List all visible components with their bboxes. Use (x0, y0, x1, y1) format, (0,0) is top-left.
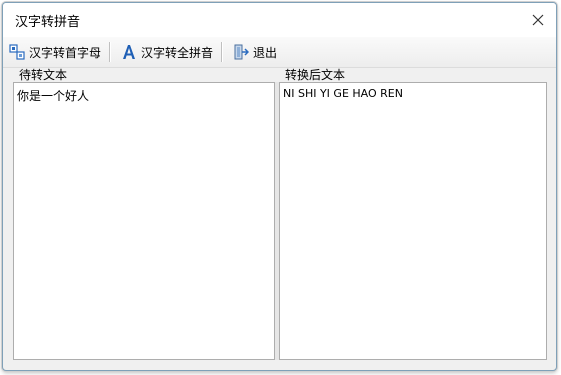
app-window: 汉字转拼音 汉字转首字母 汉字转全拼音 退出 待转文本 转换后文本 你是一个好人… (2, 2, 557, 371)
initials-button[interactable]: 汉字转首字母 (5, 40, 105, 64)
result-textarea[interactable]: NI SHI YI GE HAO REN (279, 82, 547, 360)
close-button[interactable] (522, 7, 554, 33)
full-pinyin-button[interactable]: 汉字转全拼音 (117, 40, 217, 64)
window-title: 汉字转拼音 (15, 14, 81, 30)
initials-icon (9, 44, 25, 60)
toolbar-separator (109, 42, 112, 62)
initials-label: 汉字转首字母 (29, 45, 102, 60)
title-bar: 汉字转拼音 (3, 3, 556, 37)
exit-door-icon (234, 44, 250, 60)
toolbar-separator (221, 42, 224, 62)
close-icon (532, 14, 544, 26)
full-pinyin-label: 汉字转全拼音 (141, 45, 214, 60)
result-text-label: 转换后文本 (285, 68, 346, 82)
toolbar: 汉字转首字母 汉字转全拼音 退出 (3, 37, 556, 68)
exit-button[interactable]: 退出 (229, 40, 281, 64)
source-textarea[interactable]: 你是一个好人 (13, 82, 275, 360)
exit-label: 退出 (253, 45, 278, 60)
font-a-icon (123, 45, 136, 59)
source-text-label: 待转文本 (19, 68, 68, 82)
